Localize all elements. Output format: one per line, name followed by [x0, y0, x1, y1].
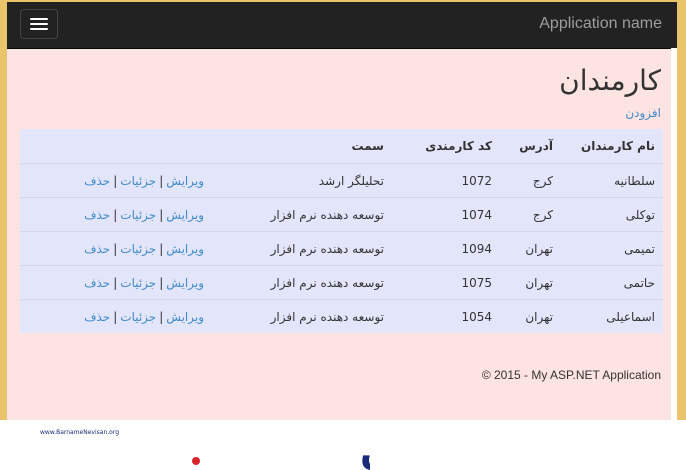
cell-code: 1094	[392, 231, 500, 266]
table-row: اسماعیلی تهران 1054 توسعه دهنده نرم افزار وی…	[20, 299, 663, 333]
edit-link[interactable]: ویرایش	[166, 276, 204, 290]
cell-address: تهران	[500, 231, 561, 266]
delete-link[interactable]: حذف	[84, 208, 110, 222]
cell-actions: ویرایش|جزئیات|حذف	[20, 163, 212, 198]
header-actions	[20, 129, 212, 164]
page: Application name کارمندان افزودن نام کار…	[7, 2, 677, 420]
logo-wordmark: برنامه نویسان	[360, 429, 370, 470]
table-header-row: نام کارمندان آدرس کد کارمندی سمت	[20, 129, 663, 164]
cell-address: کرج	[500, 163, 561, 198]
hamburger-icon	[30, 23, 48, 25]
logo-accent-dot	[192, 457, 200, 465]
cell-role: تحلیلگر ارشد	[212, 163, 392, 198]
hamburger-icon	[30, 28, 48, 30]
separator: |	[113, 173, 118, 188]
employees-table: نام کارمندان آدرس کد کارمندی سمت سلطانیه…	[20, 129, 663, 333]
cell-role: توسعه دهنده نرم افزار	[212, 231, 392, 266]
separator: |	[159, 207, 164, 222]
cell-actions: ویرایش|جزئیات|حذف	[20, 299, 212, 333]
cell-address: تهران	[500, 265, 561, 300]
cell-code: 1072	[392, 163, 500, 198]
separator: |	[113, 241, 118, 256]
cell-role: توسعه دهنده نرم افزار	[212, 197, 392, 232]
separator: |	[113, 309, 118, 324]
details-link[interactable]: جزئیات	[120, 242, 156, 256]
hamburger-icon	[30, 18, 48, 20]
table-row: تمیمی تهران 1094 توسعه دهنده نرم افزار ویرای…	[20, 231, 663, 266]
cell-name: سلطانیه	[561, 163, 663, 198]
delete-link[interactable]: حذف	[84, 174, 110, 188]
delete-link[interactable]: حذف	[84, 276, 110, 290]
scroll-edge	[671, 48, 677, 420]
cell-address: کرج	[500, 197, 561, 232]
edit-link[interactable]: ویرایش	[166, 242, 204, 256]
details-link[interactable]: جزئیات	[120, 310, 156, 324]
cell-role: توسعه دهنده نرم افزار	[212, 265, 392, 300]
cell-actions: ویرایش|جزئیات|حذف	[20, 265, 212, 300]
cell-code: 1074	[392, 197, 500, 232]
menu-toggle-button[interactable]	[20, 9, 58, 39]
table-row: حاتمی تهران 1075 توسعه دهنده نرم افزار ویرای…	[20, 265, 663, 300]
edit-link[interactable]: ویرایش	[166, 310, 204, 324]
cell-name: اسماعیلی	[561, 299, 663, 333]
cell-address: تهران	[500, 299, 561, 333]
separator: |	[159, 241, 164, 256]
site-logo: www.BarnameNevisan.org برنامه نویسان	[10, 420, 370, 470]
cell-name: توکلی	[561, 197, 663, 232]
separator: |	[159, 309, 164, 324]
cell-actions: ویرایش|جزئیات|حذف	[20, 231, 212, 266]
separator: |	[159, 173, 164, 188]
cell-role: توسعه دهنده نرم افزار	[212, 299, 392, 333]
cell-actions: ویرایش|جزئیات|حذف	[20, 197, 212, 232]
footer-text: © 2015 - My ASP.NET Application	[482, 368, 661, 382]
header-address: آدرس	[519, 139, 553, 153]
cell-code: 1075	[392, 265, 500, 300]
table-row: سلطانیه کرج 1072 تحلیلگر ارشد ویرایش|جزئیات|…	[20, 163, 663, 198]
cell-code: 1054	[392, 299, 500, 333]
table-row: توکلی کرج 1074 توسعه دهنده نرم افزار ویرایش|…	[20, 197, 663, 232]
cell-name: تمیمی	[561, 231, 663, 266]
separator: |	[113, 275, 118, 290]
details-link[interactable]: جزئیات	[120, 276, 156, 290]
header-role: سمت	[351, 139, 384, 153]
details-link[interactable]: جزئیات	[120, 174, 156, 188]
edit-link[interactable]: ویرایش	[166, 208, 204, 222]
page-title: کارمندان	[559, 64, 661, 97]
brand-link[interactable]: Application name	[539, 15, 662, 33]
footer-copyright: © 2015 - My ASP.NET Application	[481, 368, 661, 382]
separator: |	[159, 275, 164, 290]
details-link[interactable]: جزئیات	[120, 208, 156, 222]
header-code: کد کارمندی	[425, 139, 492, 153]
header-name: نام کارمندان	[581, 139, 655, 153]
edit-link[interactable]: ویرایش	[166, 174, 204, 188]
navbar: Application name	[7, 2, 677, 49]
cell-name: حاتمی	[561, 265, 663, 300]
separator: |	[113, 207, 118, 222]
delete-link[interactable]: حذف	[84, 242, 110, 256]
logo-site-url: www.BarnameNevisan.org	[40, 429, 119, 436]
create-link[interactable]: افزودن	[625, 106, 661, 120]
delete-link[interactable]: حذف	[84, 310, 110, 324]
